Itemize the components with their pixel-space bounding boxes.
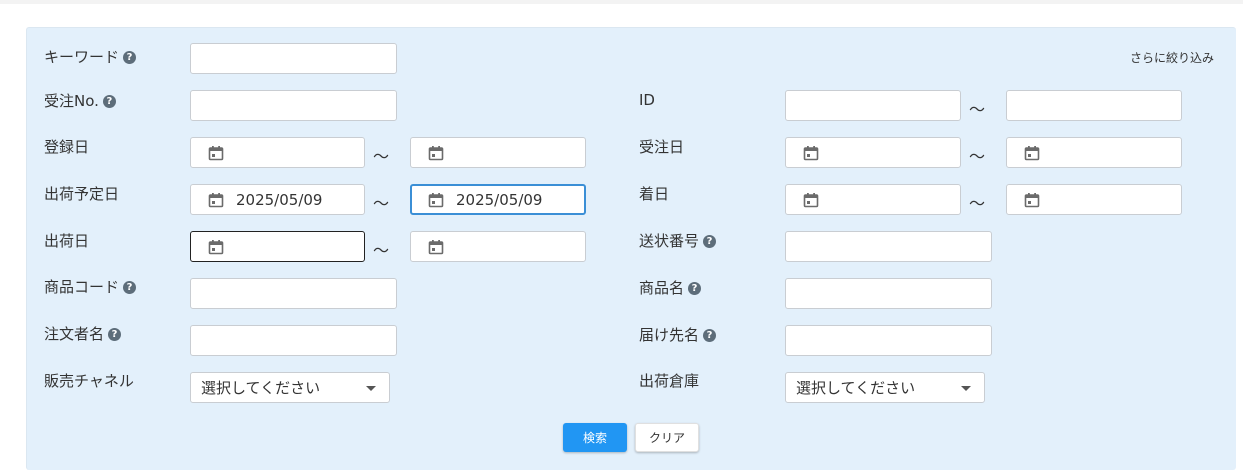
help-circle-icon[interactable]: ? <box>688 281 702 295</box>
calendar-icon <box>803 192 819 207</box>
order-no-input[interactable] <box>190 90 397 121</box>
orderer-name-label: 注文者名 ? <box>44 324 122 344</box>
calendar-icon <box>803 145 819 160</box>
sales-channel-select[interactable]: 選択してください <box>190 372 390 403</box>
product-code-label: 商品コード ? <box>44 277 137 297</box>
warehouse-label: 出荷倉庫 <box>639 372 700 390</box>
help-circle-icon[interactable]: ? <box>123 50 137 64</box>
search-filter-panel: さらに絞り込み キーワード ? 受注No. ? 登録日 ～ 出荷予定日 2025… <box>26 27 1236 470</box>
recipient-name-label: 届け先名 ? <box>639 325 717 345</box>
ship-plan-date-label: 出荷予定日 <box>44 185 120 203</box>
ship-date-label: 出荷日 <box>44 232 90 250</box>
product-name-input[interactable] <box>785 278 992 309</box>
range-separator: ～ <box>373 194 390 213</box>
order-no-label: 受注No. ? <box>44 91 116 111</box>
ship-date-to-input[interactable] <box>410 231 586 262</box>
help-circle-icon[interactable]: ? <box>703 328 717 342</box>
calendar-icon <box>428 239 444 254</box>
range-separator: ～ <box>969 194 986 213</box>
caret-down-icon <box>961 386 971 391</box>
id-label: ID <box>639 91 655 109</box>
help-circle-icon[interactable]: ? <box>703 234 717 248</box>
more-filters-link[interactable]: さらに絞り込み <box>1130 49 1214 66</box>
product-name-label: 商品名 ? <box>639 278 702 298</box>
help-circle-icon[interactable]: ? <box>102 94 116 108</box>
sales-channel-label: 販売チャネル <box>44 372 134 390</box>
order-date-label: 受注日 <box>639 138 685 156</box>
keyword-input[interactable] <box>190 43 397 74</box>
product-code-input[interactable] <box>190 278 397 309</box>
order-date-to-input[interactable] <box>1006 137 1182 168</box>
calendar-icon <box>1024 145 1040 160</box>
calendar-icon <box>208 239 224 254</box>
search-button[interactable]: 検索 <box>563 423 627 452</box>
top-border <box>0 0 1243 4</box>
recipient-name-input[interactable] <box>785 325 992 356</box>
orderer-name-input[interactable] <box>190 325 397 356</box>
registered-date-from-input[interactable] <box>190 137 365 168</box>
invoice-no-label: 送状番号 ? <box>639 231 717 251</box>
id-from-input[interactable] <box>785 90 961 121</box>
help-circle-icon[interactable]: ? <box>123 280 137 294</box>
order-date-from-input[interactable] <box>785 137 961 168</box>
id-to-input[interactable] <box>1006 90 1182 121</box>
ship-plan-date-to-input[interactable]: 2025/05/09 <box>410 184 586 215</box>
range-separator: ～ <box>969 147 986 166</box>
help-circle-icon[interactable]: ? <box>108 327 122 341</box>
calendar-icon <box>208 145 224 160</box>
keyword-label: キーワード ? <box>44 47 137 67</box>
calendar-icon <box>428 145 444 160</box>
range-separator: ～ <box>373 241 390 260</box>
registered-date-label: 登録日 <box>44 138 90 156</box>
arrival-date-label: 着日 <box>639 185 670 203</box>
range-separator: ～ <box>373 147 390 166</box>
invoice-no-input[interactable] <box>785 231 992 262</box>
warehouse-select[interactable]: 選択してください <box>785 372 985 403</box>
ship-plan-date-from-input[interactable]: 2025/05/09 <box>190 184 365 215</box>
arrival-date-from-input[interactable] <box>785 184 961 215</box>
calendar-icon <box>208 192 224 207</box>
range-separator: ～ <box>969 100 986 119</box>
arrival-date-to-input[interactable] <box>1006 184 1182 215</box>
registered-date-to-input[interactable] <box>410 137 586 168</box>
calendar-icon <box>1024 192 1040 207</box>
clear-button[interactable]: クリア <box>635 423 699 452</box>
ship-date-from-input[interactable] <box>190 231 365 262</box>
caret-down-icon <box>366 386 376 391</box>
calendar-icon <box>428 192 444 207</box>
